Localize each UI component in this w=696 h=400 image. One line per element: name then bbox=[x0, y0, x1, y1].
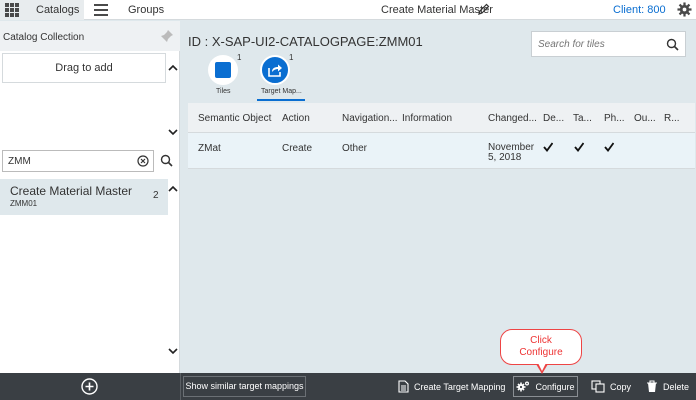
tab-target-mappings[interactable] bbox=[260, 55, 290, 85]
configure-button[interactable]: Configure bbox=[513, 376, 578, 397]
callout-pointer-fill bbox=[538, 363, 546, 371]
app-grid-icon bbox=[5, 3, 19, 17]
footer-toolbar: Show similar target mappings Create Targ… bbox=[0, 373, 696, 400]
catalog-search-input[interactable] bbox=[2, 150, 154, 172]
pin-icon[interactable] bbox=[160, 29, 174, 43]
tab-target-mappings-label: Target Map... bbox=[261, 88, 302, 95]
active-tab-indicator bbox=[257, 99, 305, 101]
catalog-list-item[interactable]: Create Material Master ZMM01 2 bbox=[0, 179, 168, 215]
column-header[interactable]: R... bbox=[664, 113, 680, 124]
catalog-collection-header: Catalog Collection bbox=[0, 21, 180, 51]
copy-label: Copy bbox=[610, 381, 632, 392]
list-icon[interactable] bbox=[94, 4, 108, 16]
column-header[interactable]: De... bbox=[543, 113, 564, 124]
catalog-item-title: Create Material Master bbox=[10, 184, 133, 198]
show-similar-target-mappings-button[interactable]: Show similar target mappings bbox=[183, 376, 306, 397]
gear-icon[interactable] bbox=[677, 2, 692, 17]
delete-button[interactable]: Delete bbox=[646, 376, 689, 397]
copy-button[interactable]: Copy bbox=[591, 376, 631, 397]
target-mappings-count-badge: 1 bbox=[289, 53, 294, 62]
share-arrow-icon bbox=[268, 64, 282, 77]
create-target-mapping-button[interactable]: Create Target Mapping bbox=[398, 376, 505, 397]
delete-label: Delete bbox=[663, 381, 690, 392]
callout-line-2: Configure bbox=[519, 347, 563, 358]
tab-groups[interactable]: Groups bbox=[128, 4, 164, 16]
tab-catalogs[interactable]: Catalogs bbox=[0, 0, 84, 20]
catalog-search-row bbox=[2, 150, 176, 174]
checkmark-icon bbox=[543, 142, 553, 152]
catalog-detail: ID : X-SAP-UI2-CATALOGPAGE:ZMM01 1 Tiles… bbox=[181, 21, 696, 373]
table-row[interactable]: ZMat Create Other November 5, 2018 bbox=[188, 133, 695, 169]
column-header[interactable]: Changed... bbox=[488, 113, 537, 124]
cell-navigation: Other bbox=[342, 143, 368, 154]
shell-header: Catalogs Groups Create Material Master C… bbox=[0, 0, 696, 20]
trash-icon bbox=[647, 380, 657, 392]
column-header[interactable]: Ou... bbox=[634, 113, 656, 124]
client-label[interactable]: Client: 800 bbox=[613, 4, 666, 16]
create-target-mapping-label: Create Target Mapping bbox=[414, 381, 506, 392]
clear-icon[interactable] bbox=[137, 155, 149, 167]
column-header[interactable]: Semantic Object bbox=[198, 113, 271, 124]
catalog-collection-label: Catalog Collection bbox=[3, 32, 85, 43]
tile-search-input[interactable] bbox=[538, 39, 658, 50]
tile-icon bbox=[215, 62, 231, 78]
configure-label: Configure bbox=[535, 381, 575, 392]
chevron-up-icon[interactable] bbox=[168, 63, 178, 73]
copy-icon bbox=[591, 380, 605, 393]
document-icon bbox=[398, 380, 409, 393]
callout-line-1: Click bbox=[530, 335, 552, 346]
table-header: Semantic Object Action Navigation... Inf… bbox=[188, 103, 695, 133]
search-icon[interactable] bbox=[160, 154, 173, 167]
tab-tiles[interactable] bbox=[208, 55, 238, 85]
chevron-down-icon[interactable] bbox=[168, 127, 178, 137]
add-circle-icon[interactable] bbox=[81, 378, 98, 395]
target-mappings-table: Semantic Object Action Navigation... Inf… bbox=[188, 103, 695, 169]
tile-search-field[interactable] bbox=[531, 31, 686, 57]
cell-changed-date-line2: 5, 2018 bbox=[488, 152, 522, 163]
search-icon[interactable] bbox=[666, 38, 679, 51]
column-header[interactable]: Ta... bbox=[573, 113, 592, 124]
chevron-up-icon[interactable] bbox=[168, 184, 178, 194]
tab-catalogs-label: Catalogs bbox=[36, 4, 80, 16]
catalog-item-count: 2 bbox=[153, 190, 159, 201]
drag-to-add-area[interactable]: Drag to add bbox=[2, 53, 166, 83]
footer-divider bbox=[180, 373, 181, 400]
cell-action: Create bbox=[282, 143, 313, 154]
catalog-sidebar: Catalog Collection Drag to add Create Ma… bbox=[0, 21, 180, 373]
app-title: Create Material Master bbox=[381, 4, 493, 16]
chevron-down-icon[interactable] bbox=[168, 346, 178, 356]
cell-semantic-object: ZMat bbox=[198, 143, 221, 154]
gears-icon bbox=[516, 381, 530, 392]
column-header[interactable]: Navigation... bbox=[342, 113, 398, 124]
checkmark-icon bbox=[574, 142, 584, 152]
checkmark-icon bbox=[604, 142, 614, 152]
catalog-item-id: ZMM01 bbox=[10, 199, 38, 208]
page-title: ID : X-SAP-UI2-CATALOGPAGE:ZMM01 bbox=[188, 34, 423, 49]
tiles-count-badge: 1 bbox=[237, 53, 242, 62]
column-header[interactable]: Ph... bbox=[604, 113, 625, 124]
column-header[interactable]: Information bbox=[402, 113, 452, 124]
tab-tiles-label: Tiles bbox=[216, 88, 231, 95]
column-header[interactable]: Action bbox=[282, 113, 310, 124]
instruction-callout: Click Configure bbox=[500, 329, 582, 365]
pencil-icon[interactable] bbox=[478, 3, 490, 15]
